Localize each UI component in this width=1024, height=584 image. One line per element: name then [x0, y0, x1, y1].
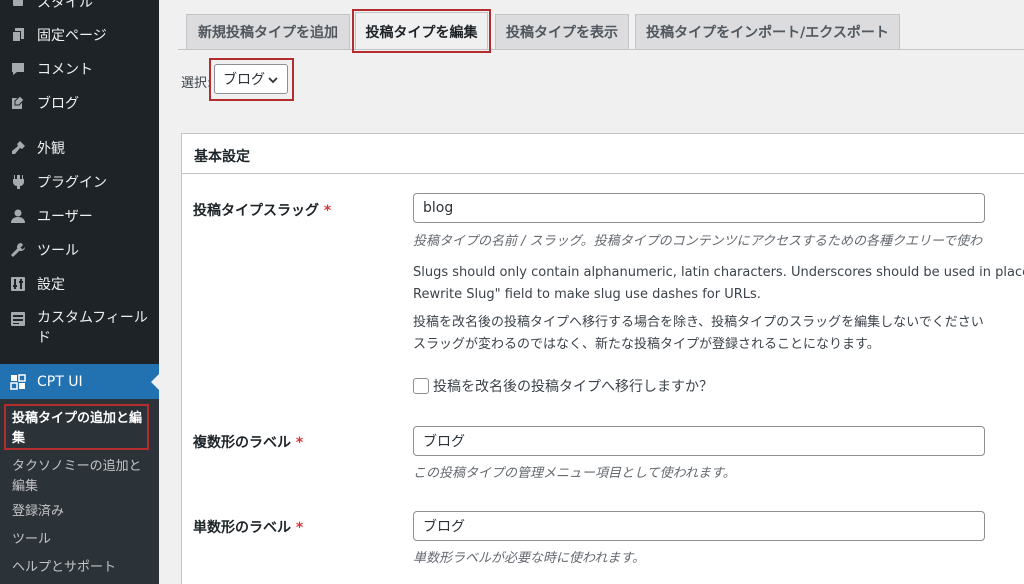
singular-label-input[interactable]: ブログ: [413, 511, 985, 541]
slug-desc-line-2: Rewrite Slug" field to make slug use das…: [413, 287, 761, 302]
migrate-checkbox[interactable]: [413, 378, 429, 394]
select-label: 選択:: [181, 76, 212, 91]
sidebar-item-label: ユーザー: [37, 209, 93, 225]
admin-sidebar: スタイル 固定ページ コメント ブログ 外観 プラグイン ユーザー ツール 設定…: [0, 0, 159, 584]
sidebar-item-tools[interactable]: ツール: [0, 239, 159, 261]
comments-icon: [9, 60, 27, 78]
singular-label: 単数形のラベル *: [193, 517, 303, 537]
migrate-checkbox-label[interactable]: 投稿を改名後の投稿タイプへ移行しますか？: [433, 376, 713, 396]
tab-import-export[interactable]: 投稿タイプをインポート/エクスポート: [635, 14, 900, 49]
sidebar-item-style[interactable]: スタイル: [0, 0, 159, 12]
sidebar-item-label: 外観: [37, 141, 65, 157]
sidebar-item-settings[interactable]: 設定: [0, 273, 159, 295]
plural-help: この投稿タイプの管理メニュー項目として使われます。: [413, 466, 736, 481]
plugins-icon: [9, 173, 27, 191]
tab-divider: [178, 49, 1024, 50]
sidebar-item-label: 設定: [37, 277, 65, 293]
panel-header[interactable]: 基本設定: [182, 134, 1024, 174]
sidebar-item-blog[interactable]: ブログ: [0, 92, 159, 114]
sidebar-item-plugins[interactable]: プラグイン: [0, 171, 159, 193]
wrench-icon: [9, 241, 27, 259]
panel-title: 基本設定: [194, 149, 250, 165]
sidebar-item-label: スタイル: [37, 0, 93, 11]
required-marker: *: [295, 520, 304, 536]
sidebar-item-appearance[interactable]: 外観: [0, 137, 159, 159]
sidebar-item-label: 固定ページ: [37, 28, 107, 44]
slug-help: 投稿タイプの名前 / スラッグ。投稿タイプのコンテンツにアクセスするための各種ク…: [413, 234, 983, 249]
plural-label-input[interactable]: ブログ: [413, 426, 985, 456]
slug-input[interactable]: blog: [413, 193, 985, 223]
slug-desc-line-3: 投稿を改名後の投稿タイプへ移行する場合を除き、投稿タイプのスラッグを編集しないで…: [413, 315, 984, 330]
tab-add-post-type[interactable]: 新規投稿タイプを追加: [186, 14, 350, 49]
cptui-icon: [9, 373, 27, 391]
blog-icon: [9, 94, 27, 112]
pages-icon: [9, 26, 27, 44]
sidebar-item-label: コメント: [37, 62, 93, 78]
slug-input-value: blog: [423, 200, 454, 216]
slug-label-text: 投稿タイプスラッグ: [193, 203, 319, 219]
sidebar-item-label: CPT UI: [37, 373, 83, 390]
plural-input-value: ブログ: [423, 434, 465, 450]
sidebar-item-label: ブログ: [37, 96, 79, 112]
singular-help: 単数形ラベルが必要な時に使われます。: [413, 551, 646, 566]
settings-icon: [9, 275, 27, 293]
sidebar-item-label: ツール: [37, 243, 79, 259]
tab-view-post-types[interactable]: 投稿タイプを表示: [495, 14, 629, 49]
sidebar-item-users[interactable]: ユーザー: [0, 205, 159, 227]
singular-input-value: ブログ: [423, 519, 465, 535]
sidebar-item-custom-fields[interactable]: カスタムフィールド: [0, 308, 159, 350]
slug-desc-line-1: Slugs should only contain alphanumeric, …: [413, 265, 1024, 280]
sidebar-item-label: カスタムフィールド: [37, 310, 148, 346]
highlight-box-edit-tab: [352, 9, 491, 53]
users-icon: [9, 207, 27, 225]
custom-fields-icon: [9, 310, 27, 328]
sidebar-item-comments[interactable]: コメント: [0, 58, 159, 80]
required-marker: *: [323, 203, 332, 219]
plural-label: 複数形のラベル *: [193, 432, 303, 452]
submenu-item-tools[interactable]: ツール: [12, 530, 152, 550]
highlight-box-submenu: [4, 404, 149, 450]
sidebar-item-cpt-ui[interactable]: CPT UI: [0, 364, 159, 399]
required-marker: *: [295, 435, 304, 451]
submenu-item-help-support[interactable]: ヘルプとサポート: [12, 558, 152, 578]
appearance-icon: [9, 139, 27, 157]
highlight-box-select: [209, 58, 294, 101]
plural-label-text: 複数形のラベル: [193, 435, 291, 451]
migrate-checkbox-row[interactable]: 投稿を改名後の投稿タイプへ移行しますか？: [413, 376, 713, 396]
singular-label-text: 単数形のラベル: [193, 520, 291, 536]
submenu-item-add-edit-taxonomies[interactable]: タクソノミーの追加と編集: [12, 457, 152, 497]
sidebar-item-pages[interactable]: 固定ページ: [0, 24, 159, 46]
sidebar-item-label: プラグイン: [37, 175, 107, 191]
slug-label: 投稿タイプスラッグ *: [193, 200, 331, 220]
slug-desc-line-4: スラッグが変わるのではなく、新たな投稿タイプが登録されることになります。: [413, 337, 880, 352]
submenu-item-registered[interactable]: 登録済み: [12, 502, 152, 522]
active-menu-arrow: [151, 373, 159, 390]
style-icon: [9, 0, 27, 11]
